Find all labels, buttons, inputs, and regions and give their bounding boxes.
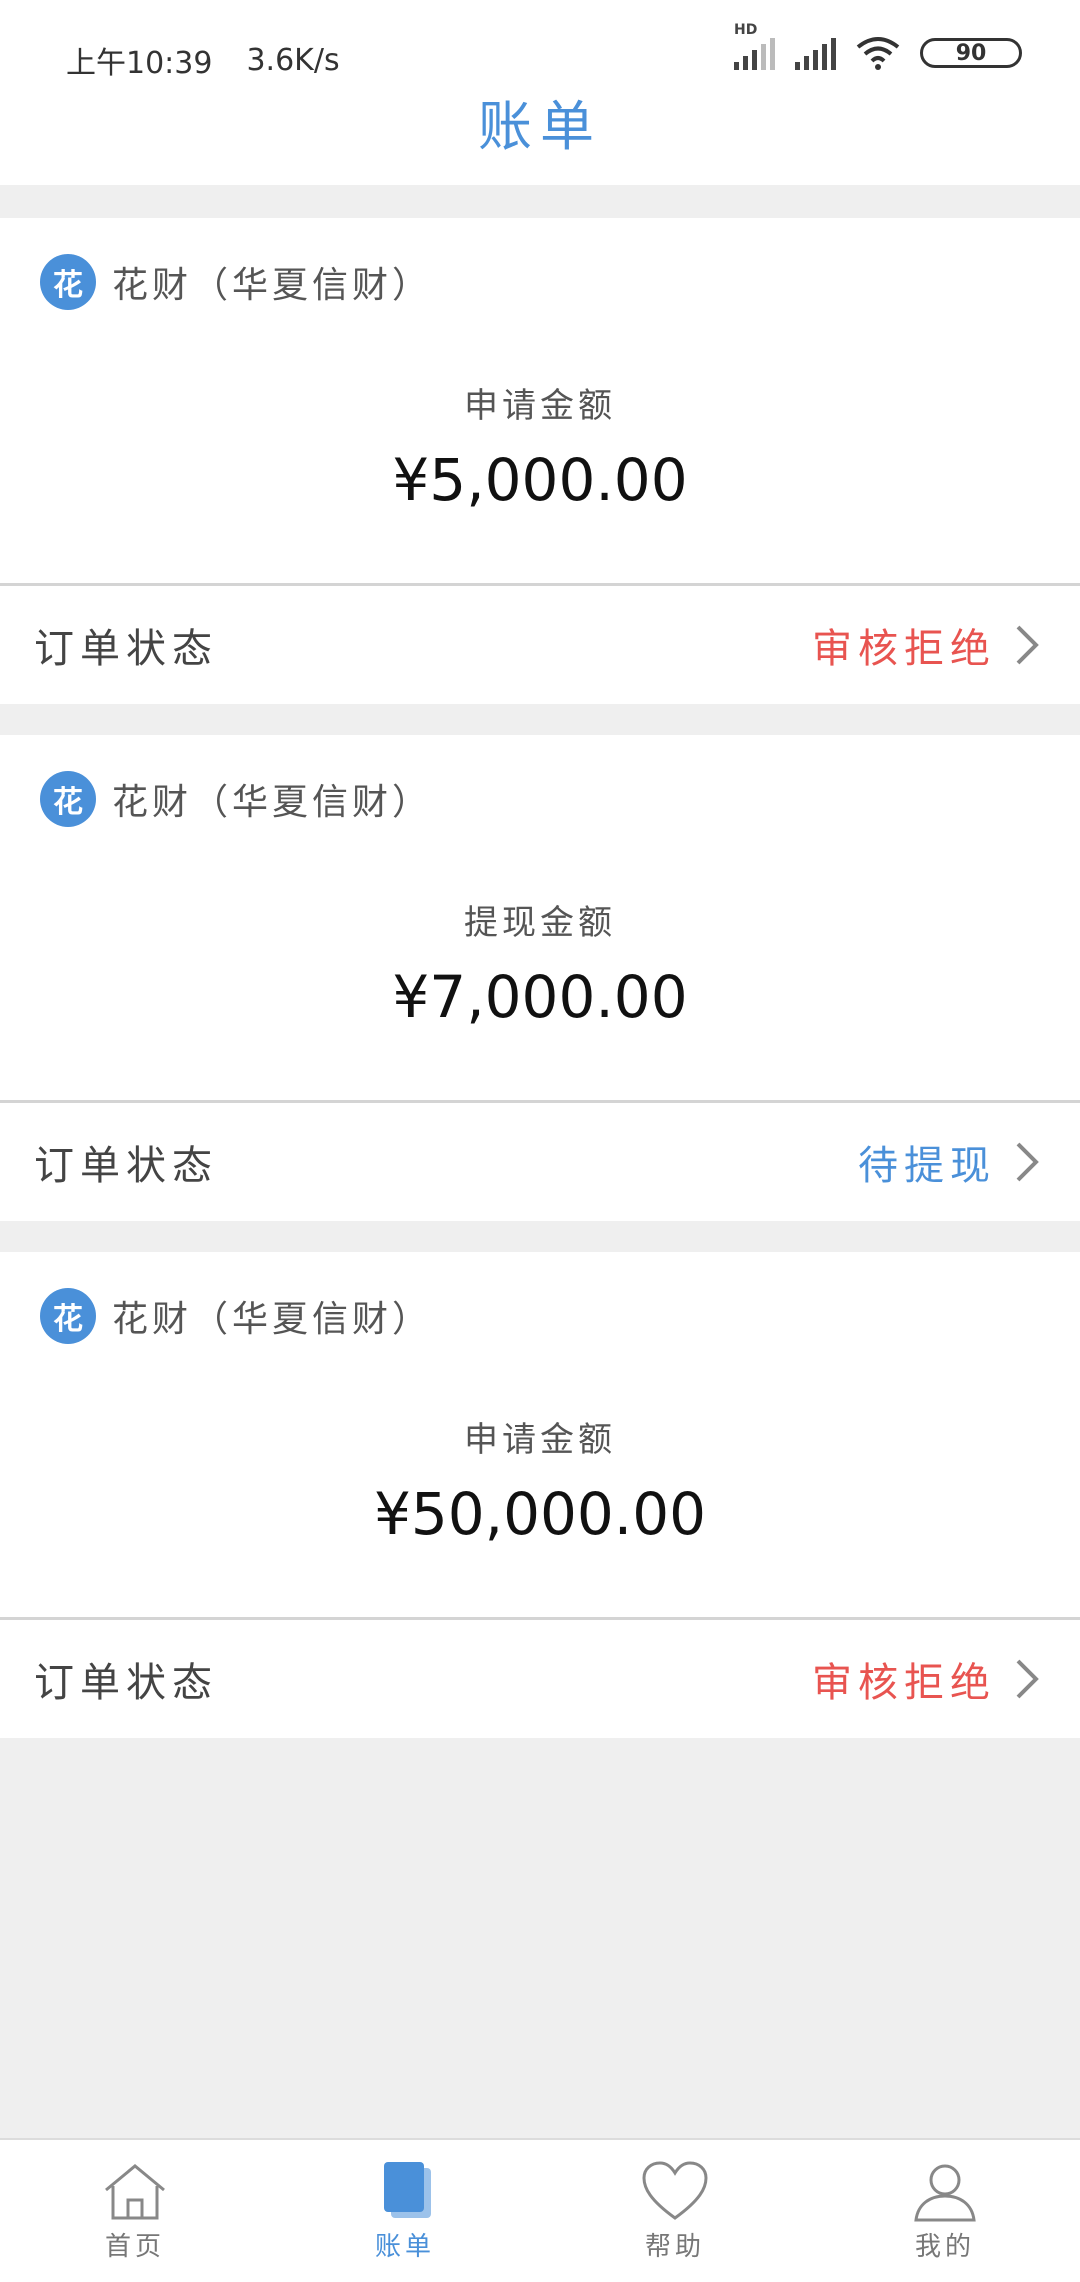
chevron-right-icon: [1016, 1142, 1039, 1182]
lender-logo-icon: 花: [40, 771, 96, 827]
lender-logo-icon: 花: [40, 1288, 96, 1344]
lender-name: 花财（华夏信财）: [112, 782, 433, 823]
order-status-label: 订单状态: [34, 626, 218, 672]
order-status-value: 审核拒绝: [812, 626, 996, 672]
tab-home[interactable]: 首页: [0, 2140, 270, 2282]
lender-brand: 花 花财（华夏信财）: [40, 1288, 432, 1344]
status-net-speed: 3.6K/s: [246, 42, 340, 78]
status-left: 上午10:39 3.6K/s: [66, 38, 340, 82]
lender-brand: 花 花财（华夏信财）: [40, 254, 432, 310]
amount-value: ¥50,000.00: [373, 1480, 707, 1548]
amount-label: 申请金额: [464, 1420, 616, 1460]
order-card[interactable]: 花 花财（华夏信财） 申请金额 ¥5,000.00 订单状态 审核拒绝: [0, 218, 1080, 704]
order-status-label: 订单状态: [34, 1143, 218, 1189]
tab-label: 账单: [374, 2232, 435, 2262]
amount-label: 申请金额: [464, 386, 616, 426]
order-status-value: 待提现: [858, 1143, 996, 1189]
lender-brand: 花 花财（华夏信财）: [40, 771, 432, 827]
amount-label: 提现金额: [464, 903, 616, 943]
chevron-right-icon: [1016, 625, 1039, 665]
order-status-label: 订单状态: [34, 1660, 218, 1706]
status-bar: 上午10:39 3.6K/s HD 90: [0, 0, 1080, 110]
amount-value: ¥5,000.00: [392, 446, 688, 514]
tab-bill[interactable]: 账单: [270, 2140, 540, 2282]
hd-signal-icon: HD: [734, 22, 775, 70]
tab-label: 我的: [914, 2232, 975, 2262]
tab-mine[interactable]: 我的: [810, 2140, 1080, 2282]
cell-signal-icon: [795, 36, 836, 70]
lender-name: 花财（华夏信财）: [112, 265, 433, 306]
lender-logo-icon: 花: [40, 254, 96, 310]
order-card[interactable]: 花 花财（华夏信财） 提现金额 ¥7,000.00 订单状态 待提现: [0, 735, 1080, 1221]
wifi-icon: [856, 37, 900, 70]
lender-name: 花财（华夏信财）: [112, 1299, 433, 1340]
bottom-tab-bar: 首页 账单 帮助 我的: [0, 2138, 1080, 2282]
order-card[interactable]: 花 花财（华夏信财） 申请金额 ¥50,000.00 订单状态 审核拒绝: [0, 1252, 1080, 1738]
bill-icon: [384, 2162, 431, 2218]
home-icon: [105, 2164, 165, 2220]
status-right: HD 90: [734, 22, 1022, 70]
tab-label: 首页: [104, 2232, 165, 2262]
status-time: 上午10:39: [66, 46, 213, 81]
battery-icon: 90: [920, 38, 1022, 68]
tab-label: 帮助: [644, 2232, 705, 2262]
tab-help[interactable]: 帮助: [540, 2140, 810, 2282]
heart-icon: [642, 2161, 708, 2220]
user-icon: [914, 2164, 976, 2222]
battery-level: 90: [955, 40, 987, 66]
order-status-value: 审核拒绝: [812, 1660, 996, 1706]
order-status-row[interactable]: 订单状态 审核拒绝: [0, 586, 1080, 704]
chevron-right-icon: [1016, 1659, 1039, 1699]
amount-value: ¥7,000.00: [392, 963, 688, 1031]
order-status-row[interactable]: 订单状态 待提现: [0, 1103, 1080, 1221]
hd-label: HD: [734, 22, 758, 38]
order-status-row[interactable]: 订单状态 审核拒绝: [0, 1620, 1080, 1738]
